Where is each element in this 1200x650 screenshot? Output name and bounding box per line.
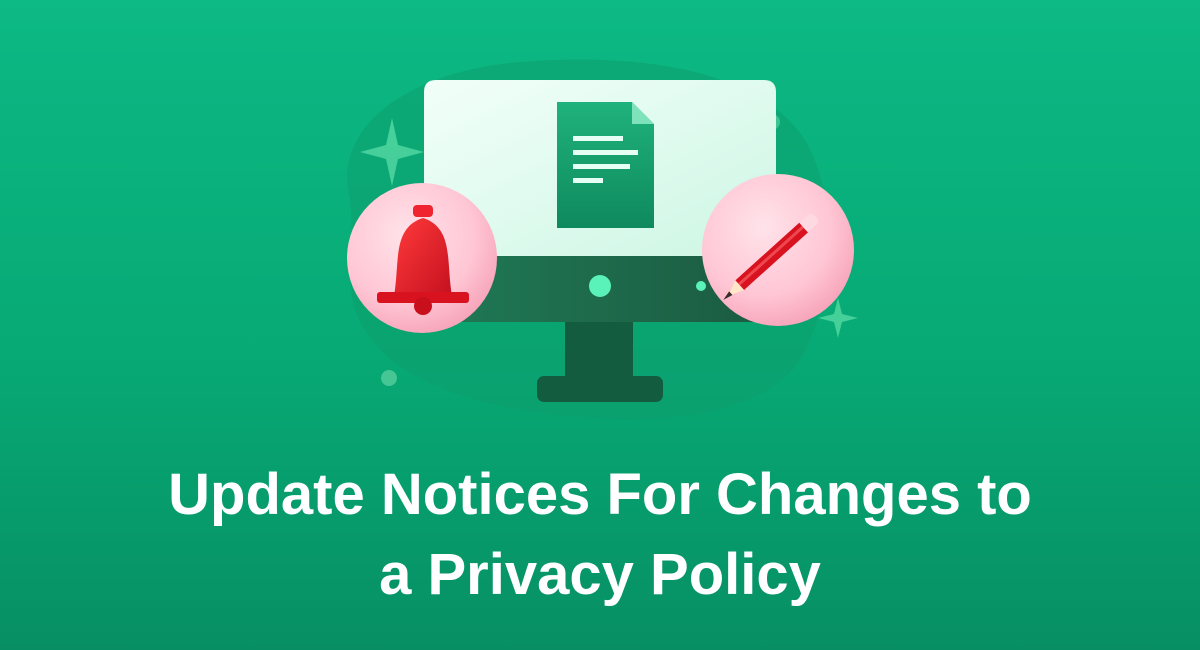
monitor-base bbox=[537, 376, 663, 402]
page-title: Update Notices For Changes to a Privacy … bbox=[0, 455, 1200, 615]
pencil-badge bbox=[702, 174, 854, 326]
decor-dot bbox=[381, 370, 397, 386]
illustration bbox=[347, 59, 858, 420]
bell-badge bbox=[347, 183, 497, 333]
title-line-1: Update Notices For Changes to bbox=[168, 462, 1032, 527]
status-dot bbox=[696, 281, 706, 291]
power-light bbox=[589, 275, 611, 297]
hero-banner: Update Notices For Changes to a Privacy … bbox=[0, 0, 1200, 650]
document-icon bbox=[557, 102, 654, 228]
monitor-neck bbox=[565, 320, 633, 380]
title-line-2: a Privacy Policy bbox=[379, 542, 821, 607]
